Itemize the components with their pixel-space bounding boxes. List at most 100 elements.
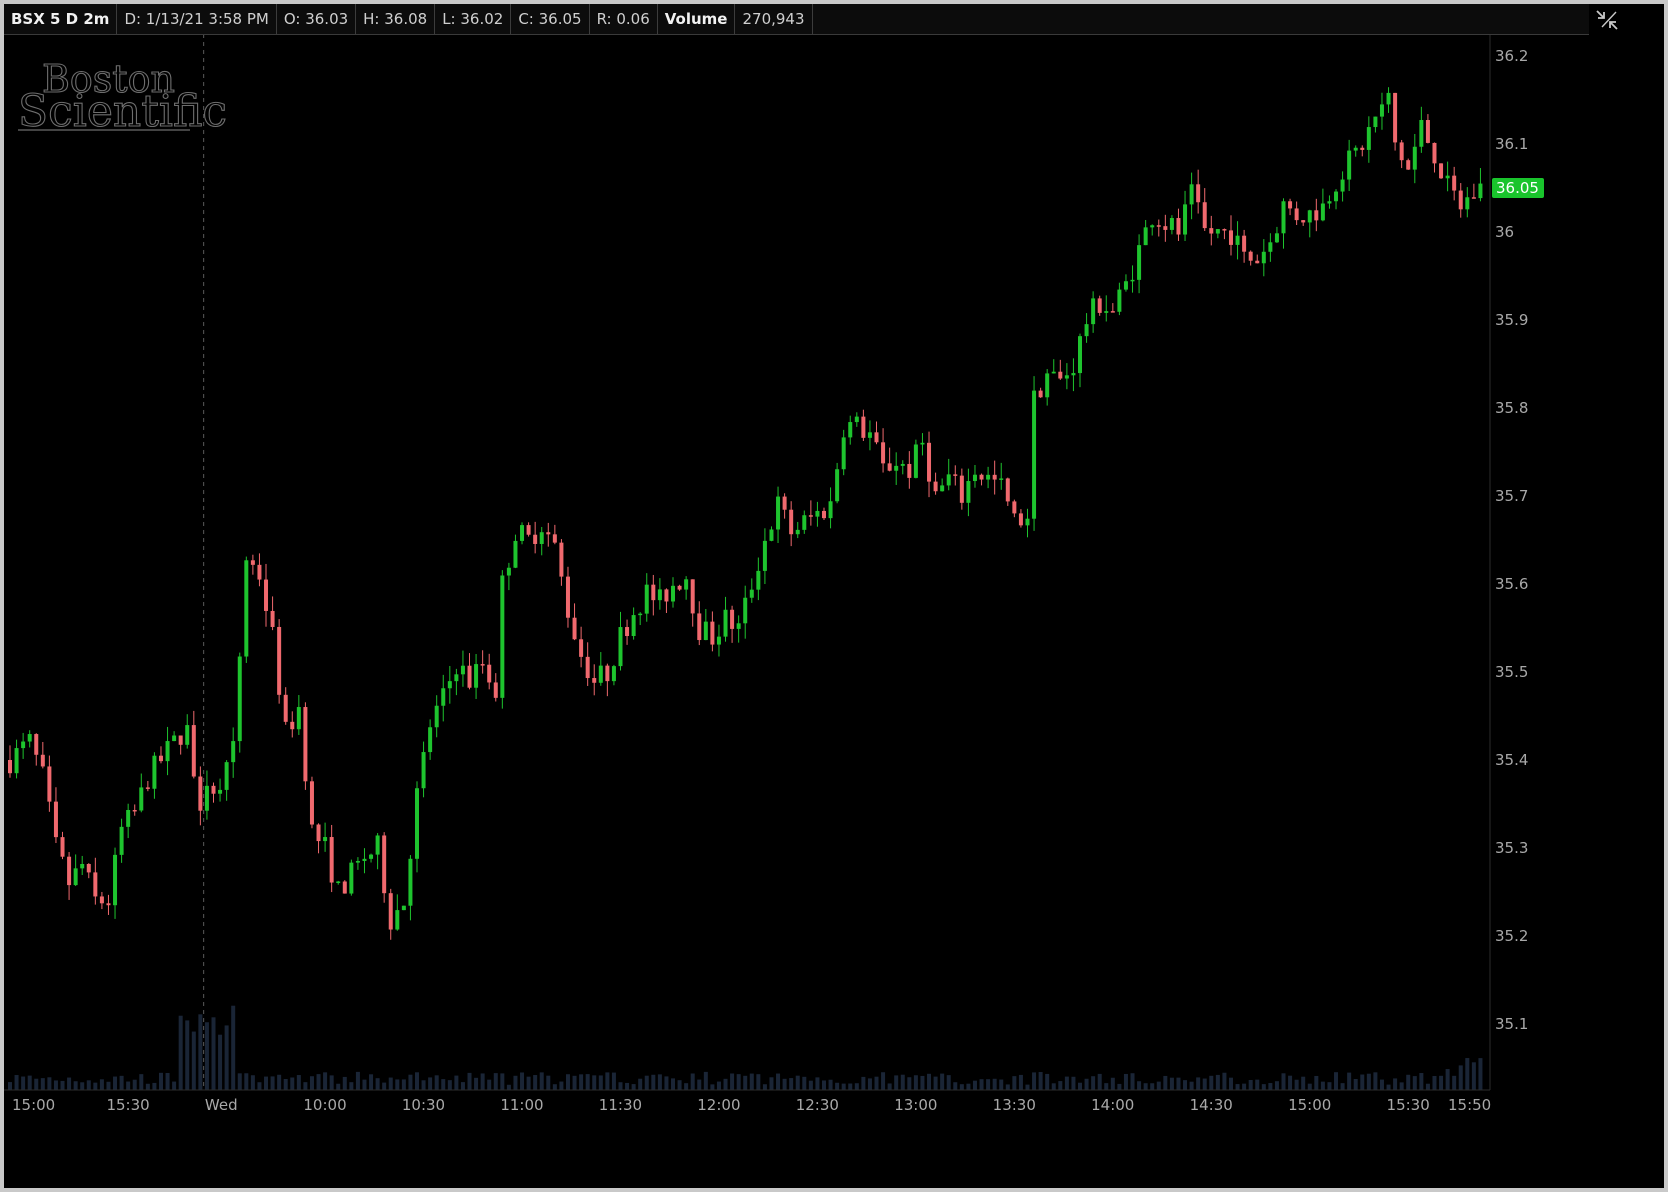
- candle-body: [1248, 251, 1253, 261]
- time-tick-label: 15:00: [12, 1096, 55, 1114]
- volume-bar: [625, 1082, 630, 1090]
- candle-body: [1196, 184, 1201, 203]
- symbol-label[interactable]: BSX 5 D 2m: [4, 4, 118, 34]
- candle-body: [1176, 218, 1181, 235]
- price-tick-label: 35.2: [1495, 927, 1528, 945]
- candle-body: [539, 532, 544, 544]
- candle-body: [40, 754, 45, 767]
- candle-body: [598, 665, 603, 683]
- candle-body: [316, 824, 321, 842]
- candle-body: [526, 525, 531, 535]
- candle-body: [664, 589, 669, 602]
- candle-body: [375, 835, 380, 855]
- volume-bar: [631, 1084, 636, 1090]
- volume-bar: [900, 1074, 905, 1090]
- collapse-arrows-icon[interactable]: [1594, 8, 1620, 32]
- volume-bar: [959, 1084, 964, 1090]
- volume-bar: [835, 1082, 840, 1090]
- volume-bar: [454, 1075, 459, 1090]
- volume-bar: [388, 1077, 393, 1090]
- candle-body: [789, 509, 794, 535]
- candle-body: [972, 474, 977, 482]
- volume-bar: [677, 1080, 682, 1090]
- candle-body: [1130, 279, 1135, 282]
- volume-bar: [1123, 1073, 1128, 1090]
- volume-bar: [1412, 1076, 1417, 1090]
- candle-body: [250, 560, 255, 565]
- volume-bar: [1196, 1077, 1201, 1090]
- time-axis[interactable]: 15:00 15:30 Wed 10:00 10:30 11:00 11:30 12:00 12…: [12, 1096, 1491, 1114]
- candle-body: [1281, 201, 1286, 234]
- volume-bar: [644, 1075, 649, 1090]
- candle-body: [14, 748, 19, 774]
- volume-bar: [1255, 1079, 1260, 1090]
- volume-bar: [972, 1080, 977, 1090]
- candle-body: [231, 741, 236, 763]
- time-tick-label: 11:00: [500, 1096, 543, 1114]
- volume-bar: [1478, 1058, 1483, 1090]
- volume-bar: [1137, 1081, 1142, 1090]
- candle-body: [710, 621, 715, 645]
- last-price-badge: 36.05: [1492, 178, 1544, 198]
- volume-bar: [1176, 1077, 1181, 1090]
- candle-body: [736, 623, 741, 629]
- volume-bar: [940, 1073, 945, 1090]
- candle-body: [1478, 183, 1483, 199]
- candle-body: [395, 910, 400, 930]
- volume-bar: [979, 1079, 984, 1090]
- volume-bar: [139, 1074, 144, 1090]
- volume-bar: [158, 1072, 163, 1090]
- candle-body: [237, 656, 242, 742]
- volume-bar: [1425, 1083, 1430, 1090]
- candle-body: [1137, 245, 1142, 280]
- candle-body: [671, 585, 676, 602]
- volume-bar: [1071, 1076, 1076, 1090]
- candle-body: [900, 463, 905, 466]
- volume-bar: [14, 1075, 19, 1090]
- volume-bar: [618, 1082, 623, 1090]
- candle-body: [467, 665, 472, 688]
- price-tick-label: 35.6: [1495, 575, 1528, 593]
- volume-bar: [913, 1075, 918, 1090]
- candle-body: [1032, 390, 1037, 519]
- candle-body: [933, 481, 938, 492]
- candle-body: [126, 809, 131, 827]
- volume-bar: [992, 1078, 997, 1090]
- volume-bar: [986, 1079, 991, 1090]
- candle-body: [631, 615, 636, 637]
- candle-body: [546, 532, 551, 535]
- volume-bar: [224, 1025, 229, 1090]
- candle-body: [506, 567, 511, 576]
- volume-bar: [762, 1084, 767, 1090]
- candle-body: [1228, 230, 1233, 245]
- candle-body: [625, 627, 630, 637]
- volume-bar: [152, 1082, 157, 1090]
- volume-bar: [579, 1074, 584, 1090]
- volume-bar: [946, 1075, 951, 1090]
- volume-bar: [1406, 1074, 1411, 1090]
- time-tick-label: 13:30: [993, 1096, 1036, 1114]
- volume-bar: [966, 1083, 971, 1090]
- candle-body: [158, 755, 163, 762]
- volume-bar: [710, 1084, 715, 1090]
- volume-bar: [671, 1078, 676, 1090]
- volume-bar: [145, 1083, 150, 1090]
- volume-bar: [789, 1078, 794, 1090]
- volume-bar: [867, 1078, 872, 1090]
- volume-bar: [1452, 1075, 1457, 1090]
- volume-bar: [113, 1076, 118, 1090]
- volume-bar: [67, 1077, 72, 1090]
- volume-value: 270,943: [735, 4, 813, 34]
- volume-bar: [1347, 1072, 1352, 1090]
- volume-bar: [638, 1078, 643, 1090]
- candle-body: [999, 478, 1004, 480]
- candle-body: [565, 576, 570, 618]
- candle-body: [1038, 390, 1043, 398]
- volume-bar: [1189, 1081, 1194, 1090]
- candle-body: [218, 789, 223, 794]
- candle-body: [1307, 210, 1312, 223]
- price-chart[interactable]: Boston Scientific 36.2 36.1 36 35.9 35.8 35.7…: [4, 4, 1664, 1188]
- candle-body: [1242, 235, 1247, 252]
- candle-body: [119, 826, 124, 855]
- candle-body: [848, 422, 853, 438]
